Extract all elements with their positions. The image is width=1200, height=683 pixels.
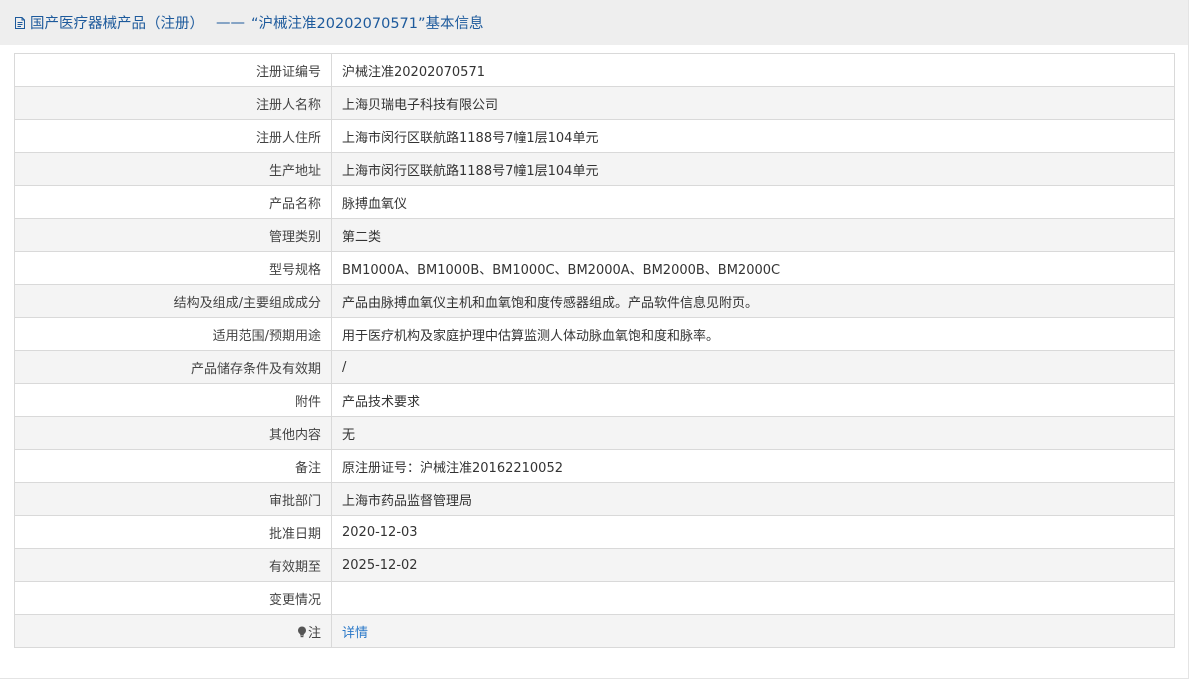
row-value: 用于医疗机构及家庭护理中估算监测人体动脉血氧饱和度和脉率。	[331, 317, 1175, 351]
table-row: 型号规格 BM1000A、BM1000B、BM1000C、BM2000A、BM20…	[14, 251, 1175, 285]
row-value: 2025-12-02	[331, 548, 1175, 582]
row-value: 2020-12-03	[331, 515, 1175, 549]
document-icon	[15, 16, 25, 29]
table-row: 产品名称 脉搏血氧仪	[14, 185, 1175, 219]
row-value: 原注册证号：沪械注准20162210052	[331, 449, 1175, 483]
row-label: 生产地址	[14, 152, 332, 186]
table-row: 注册人住所 上海市闵行区联航路1188号7幢1层104单元	[14, 119, 1175, 153]
row-label: 注册人名称	[14, 86, 332, 120]
row-label: 型号规格	[14, 251, 332, 285]
page-title: “沪械注准20202070571”基本信息	[251, 16, 484, 32]
row-label: 适用范围/预期用途	[14, 317, 332, 351]
note-label: 注	[307, 625, 321, 641]
panel-header: 国产医疗器械产品（注册） —— “沪械注准20202070571”基本信息	[0, 0, 1188, 45]
table-row: 批准日期 2020-12-03	[14, 515, 1175, 549]
row-value	[331, 581, 1175, 615]
row-label: 结构及组成/主要组成成分	[14, 284, 332, 318]
table-row: 备注 原注册证号：沪械注准20162210052	[14, 449, 1175, 483]
info-table: 注册证编号 沪械注准20202070571 注册人名称 上海贝瑞电子科技有限公司 注册人…	[14, 53, 1175, 648]
row-label: 产品名称	[14, 185, 332, 219]
row-value: 沪械注准20202070571	[331, 53, 1175, 87]
table-row: 变更情况	[14, 581, 1175, 615]
table-row: 产品储存条件及有效期 /	[14, 350, 1175, 384]
row-label: 管理类别	[14, 218, 332, 252]
row-label: 注册证编号	[14, 53, 332, 87]
row-value: BM1000A、BM1000B、BM1000C、BM2000A、BM2000B、…	[331, 251, 1175, 285]
table-row: 有效期至 2025-12-02	[14, 548, 1175, 582]
page-title-dash: ——	[216, 14, 245, 31]
row-value: 上海市闵行区联航路1188号7幢1层104单元	[331, 152, 1175, 186]
row-value: /	[331, 350, 1175, 384]
table-row: 附件 产品技术要求	[14, 383, 1175, 417]
row-value: 无	[331, 416, 1175, 450]
row-value: 产品由脉搏血氧仪主机和血氧饱和度传感器组成。产品软件信息见附页。	[331, 284, 1175, 318]
row-label: 备注	[14, 449, 332, 483]
row-value: 第二类	[331, 218, 1175, 252]
page-title-prefix: 国产医疗器械产品（注册）	[30, 16, 204, 32]
row-label: 附件	[14, 383, 332, 417]
note-value-cell: 详情	[331, 614, 1175, 648]
product-info-panel: 国产医疗器械产品（注册） —— “沪械注准20202070571”基本信息 注册…	[0, 0, 1189, 679]
row-value: 上海市药品监督管理局	[331, 482, 1175, 516]
row-value: 上海贝瑞电子科技有限公司	[331, 86, 1175, 120]
table-row: 注册人名称 上海贝瑞电子科技有限公司	[14, 86, 1175, 120]
row-label: 其他内容	[14, 416, 332, 450]
table-row: 适用范围/预期用途 用于医疗机构及家庭护理中估算监测人体动脉血氧饱和度和脉率。	[14, 317, 1175, 351]
row-value: 上海市闵行区联航路1188号7幢1层104单元	[331, 119, 1175, 153]
table-row: 管理类别 第二类	[14, 218, 1175, 252]
details-link[interactable]: 详情	[342, 626, 368, 641]
table-row: 其他内容无	[14, 416, 1175, 450]
row-label: 批准日期	[14, 515, 332, 549]
table-row: 注册证编号 沪械注准20202070571	[14, 53, 1175, 87]
row-label: 有效期至	[14, 548, 332, 582]
row-label: 变更情况	[14, 581, 332, 615]
table-row: 审批部门 上海市药品监督管理局	[14, 482, 1175, 516]
table-row: 生产地址 上海市闵行区联航路1188号7幢1层104单元	[14, 152, 1175, 186]
lightbulb-icon	[297, 626, 306, 637]
row-value: 脉搏血氧仪	[331, 185, 1175, 219]
row-label: 产品储存条件及有效期	[14, 350, 332, 384]
table-row: 结构及组成/主要组成成分 产品由脉搏血氧仪主机和血氧饱和度传感器组成。产品软件信息…	[14, 284, 1175, 318]
row-label: 审批部门	[14, 482, 332, 516]
note-label-cell: 注	[14, 614, 332, 648]
row-label: 注册人住所	[14, 119, 332, 153]
note-row: 注 详情	[14, 614, 1175, 648]
row-value: 产品技术要求	[331, 383, 1175, 417]
